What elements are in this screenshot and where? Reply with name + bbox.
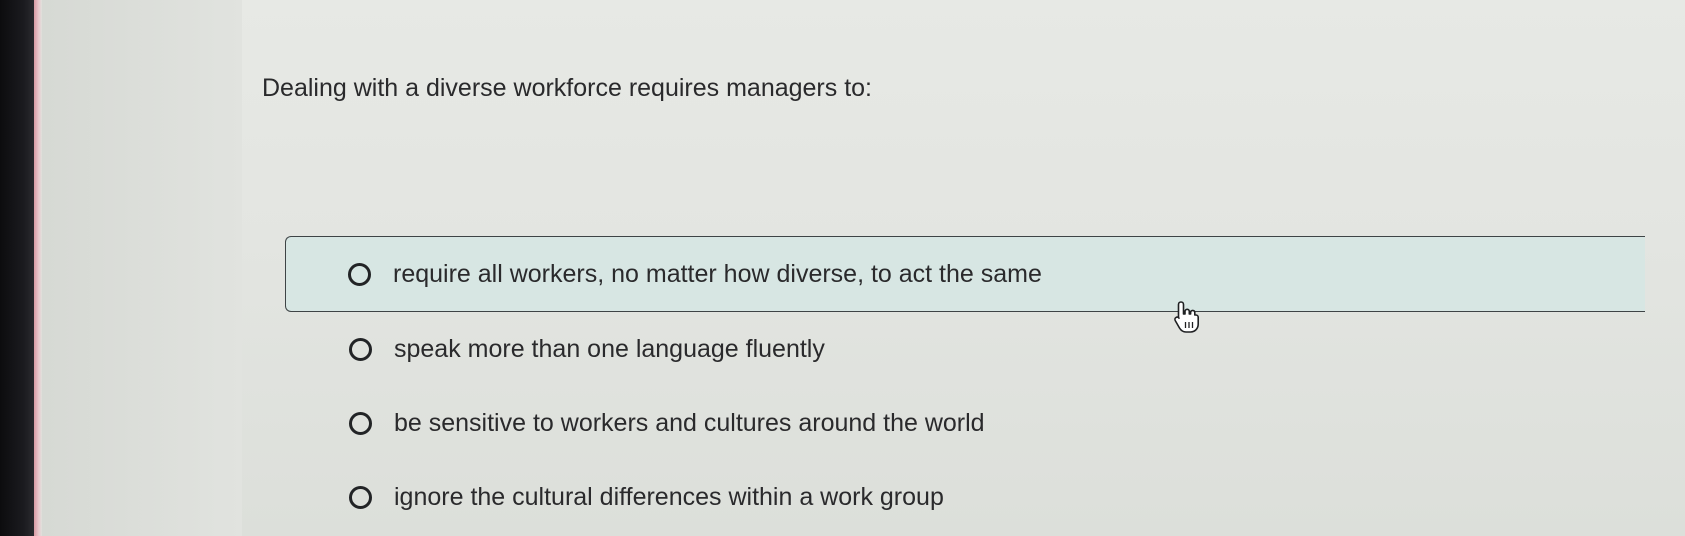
- answer-option-label: be sensitive to workers and cultures aro…: [394, 408, 985, 437]
- radio-button-icon[interactable]: [349, 485, 372, 509]
- radio-button-icon[interactable]: [348, 262, 371, 286]
- answer-option-label: require all workers, no matter how diver…: [393, 259, 1042, 288]
- hand-pointer-icon: [1172, 300, 1202, 334]
- answer-option-label: speak more than one language fluently: [394, 334, 825, 363]
- answer-options: require all workers, no matter how diver…: [285, 236, 1645, 534]
- screen-bezel-edge: [34, 0, 42, 536]
- answer-option-label: ignore the cultural differences within a…: [394, 482, 944, 511]
- left-margin: [42, 0, 242, 536]
- answer-option-2[interactable]: speak more than one language fluently: [285, 312, 1645, 386]
- screen-bezel: [0, 0, 34, 536]
- answer-option-1[interactable]: require all workers, no matter how diver…: [285, 236, 1645, 312]
- answer-option-3[interactable]: be sensitive to workers and cultures aro…: [285, 386, 1645, 460]
- radio-button-icon[interactable]: [349, 411, 372, 435]
- question-text: Dealing with a diverse workforce require…: [262, 74, 872, 102]
- radio-button-icon[interactable]: [349, 337, 372, 361]
- answer-option-4[interactable]: ignore the cultural differences within a…: [285, 460, 1645, 534]
